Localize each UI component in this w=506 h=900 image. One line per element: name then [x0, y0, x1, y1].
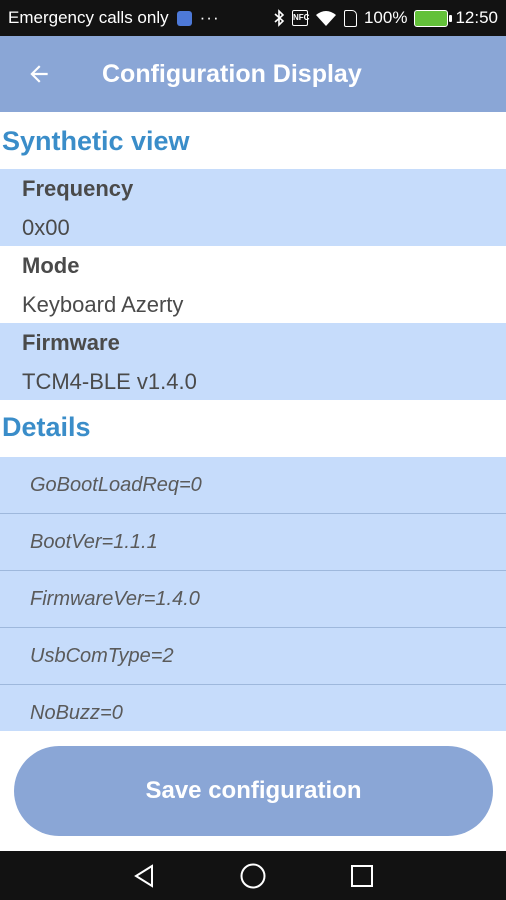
list-item: NoBuzz=0	[0, 685, 506, 731]
battery-percent: 100%	[363, 8, 408, 27]
carrier-text: Emergency calls only	[8, 8, 169, 27]
wifi-icon	[315, 10, 336, 26]
navigation-bar	[0, 851, 506, 900]
synthetic-item-value: TCM4-BLE v1.4.0	[22, 369, 197, 394]
nfc-icon: NFC	[291, 10, 309, 26]
list-item: FirmwareVer=1.4.0	[0, 571, 506, 628]
synthetic-item-value: 0x00	[22, 215, 70, 240]
clock: 12:50	[455, 8, 498, 27]
save-configuration-button[interactable]: Save configuration	[14, 746, 493, 836]
bluetooth-icon	[274, 9, 285, 27]
synthetic-item-label: Firmware	[22, 330, 120, 355]
details-list[interactable]: GoBootLoadReq=0 BootVer=1.1.1 FirmwareVe…	[0, 457, 506, 731]
overflow-dots-icon: ···	[199, 8, 220, 27]
back-triangle-icon	[134, 863, 154, 888]
status-right: NFC 100% 12:50	[273, 8, 498, 28]
battery-charging-icon	[414, 9, 453, 27]
status-left: Emergency calls only ···	[8, 8, 273, 28]
status-bar: Emergency calls only ··· NFC 100% 12:50	[0, 0, 506, 36]
page-title: Configuration Display	[102, 59, 362, 88]
list-item: BootVer=1.1.1	[0, 514, 506, 571]
synthetic-item-mode: Mode Keyboard Azerty	[0, 246, 506, 323]
list-item: GoBootLoadReq=0	[0, 457, 506, 514]
synthetic-item-frequency: Frequency 0x00	[0, 169, 506, 246]
sim-icon	[343, 9, 357, 27]
details-heading: Details	[2, 412, 91, 442]
synthetic-item-value: Keyboard Azerty	[22, 292, 184, 317]
arrow-back-icon	[30, 65, 48, 83]
app-bar: Configuration Display	[0, 36, 506, 112]
list-item: UsbComType=2	[0, 628, 506, 685]
nav-home-button[interactable]	[223, 851, 283, 900]
synthetic-item-label: Frequency	[22, 176, 134, 201]
synthetic-item-label: Mode	[22, 253, 80, 278]
home-circle-icon	[240, 863, 266, 888]
recents-square-icon	[350, 864, 373, 887]
nav-recents-button[interactable]	[332, 851, 392, 900]
shield-icon	[176, 10, 192, 26]
back-button[interactable]	[0, 36, 78, 112]
synthetic-item-firmware: Firmware TCM4-BLE v1.4.0	[0, 323, 506, 400]
synthetic-view-heading: Synthetic view	[2, 126, 190, 156]
nav-back-button[interactable]	[114, 851, 174, 900]
